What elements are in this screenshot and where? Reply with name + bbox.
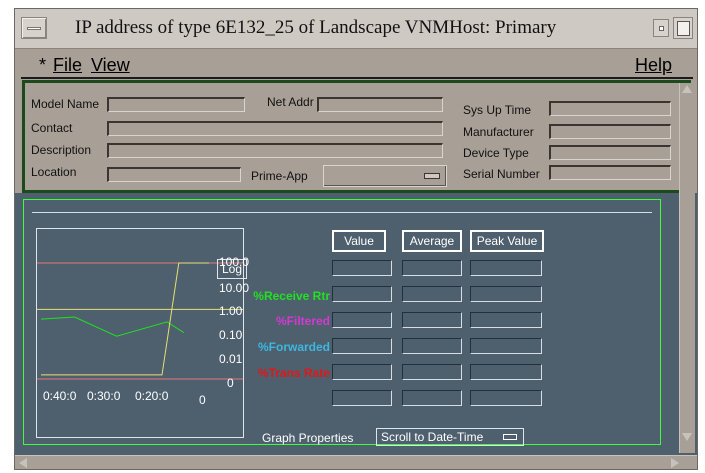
y-tick-label: 1.00	[219, 304, 243, 318]
x-tick-label: 0:40:0	[43, 389, 77, 403]
scroll-to-date-time-button[interactable]: Scroll to Date-Time	[376, 428, 524, 446]
prime-app-label: Prime-App	[251, 169, 308, 183]
serial-number-field[interactable]	[549, 165, 671, 180]
cell-value-row-6	[332, 390, 392, 406]
window-menu-button[interactable]	[21, 17, 47, 39]
scroll-left-icon[interactable]	[19, 458, 27, 468]
scroll-right-icon[interactable]	[671, 458, 679, 468]
location-field[interactable]	[107, 167, 241, 182]
manufacturer-label: Manufacturer	[463, 125, 534, 139]
serial-number-label: Serial Number	[463, 167, 540, 181]
menu-help[interactable]: Help	[635, 55, 672, 76]
cell-peak-value-row-2	[470, 286, 542, 302]
maximize-button[interactable]	[673, 17, 693, 39]
cell-average-row-6	[402, 390, 462, 406]
minimize-button[interactable]	[653, 19, 669, 37]
y-tick-label: 0.01	[219, 352, 243, 366]
x-tick-label: 0:30:0	[87, 389, 121, 403]
menu-file[interactable]: File	[53, 55, 82, 76]
device-info-panel: Model Name Net Addr Sys Up Time Contact …	[22, 80, 691, 193]
net-addr-label: Net Addr	[267, 95, 314, 109]
prime-app-dropdown-icon	[424, 173, 440, 179]
scroll-dropdown-icon	[503, 434, 517, 440]
cell-peak-value-row-3	[470, 312, 542, 328]
metric-label-trans-rate: %Trans Rate	[257, 366, 330, 380]
cell-peak-value-row-4	[470, 338, 542, 354]
cell-value-row-3	[332, 312, 392, 328]
performance-chart: Log 100.0 10.00 1.00 0.10 0.01 0 0:40:0 0:30:0…	[36, 228, 249, 438]
metric-label-forwarded: %Forwarded	[257, 340, 330, 354]
metric-label-receive-rtr: %Receive Rtr	[253, 289, 330, 303]
cell-average-row-2	[402, 286, 462, 302]
cell-peak-value-row-1	[470, 260, 542, 276]
model-name-label: Model Name	[31, 97, 100, 111]
window-menu-icon	[27, 27, 41, 30]
column-header-value[interactable]: Value	[332, 230, 386, 252]
x-tick-label: 0:20:0	[135, 389, 169, 403]
description-field[interactable]	[107, 143, 443, 158]
cell-average-row-1	[402, 260, 462, 276]
cell-peak-value-row-6	[470, 390, 542, 406]
y-tick-label: 0	[227, 376, 234, 390]
scroll-up-icon[interactable]	[682, 85, 692, 93]
minimize-icon	[659, 26, 664, 31]
model-name-field[interactable]	[107, 97, 245, 112]
device-type-label: Device Type	[463, 146, 529, 160]
prime-app-select[interactable]	[323, 165, 447, 187]
horizontal-scrollbar[interactable]	[15, 455, 697, 469]
menu-file-label: File	[53, 55, 83, 75]
maximize-icon	[677, 21, 690, 36]
menu-bar-divider	[21, 77, 693, 79]
menu-bar: * File View Help	[21, 51, 693, 79]
x-tick-label: 0	[199, 393, 206, 407]
scroll-to-date-time-label: Scroll to Date-Time	[381, 430, 484, 444]
graph-separator	[32, 212, 652, 213]
cell-value-row-5	[332, 364, 392, 380]
cell-value-row-2	[332, 286, 392, 302]
cell-value-row-4	[332, 338, 392, 354]
sys-up-time-field[interactable]	[549, 101, 671, 116]
y-tick-label: 0.10	[219, 328, 243, 342]
graph-frame: Log 100.0 10.00 1.00 0.10 0.01 0 0:40:0 0:30:0…	[23, 199, 661, 446]
contact-field[interactable]	[107, 121, 443, 136]
graph-panel: Log 100.0 10.00 1.00 0.10 0.01 0 0:40:0 0:30:0…	[15, 193, 697, 455]
device-type-field[interactable]	[549, 145, 671, 160]
menu-view[interactable]: View	[91, 55, 130, 76]
metric-label-filtered: %Filtered	[275, 314, 330, 328]
cell-value-row-1	[332, 260, 392, 276]
description-label: Description	[31, 143, 92, 157]
vertical-scrollbar[interactable]	[679, 83, 695, 453]
menu-view-label: View	[91, 55, 130, 75]
sys-up-time-label: Sys Up Time	[463, 103, 532, 117]
manufacturer-field[interactable]	[549, 124, 671, 139]
column-header-average[interactable]: Average	[402, 230, 462, 252]
app-window: IP address of type 6E132_25 of Landscape…	[14, 8, 698, 470]
chart-plot	[37, 262, 243, 380]
modified-marker: *	[39, 55, 47, 75]
y-tick-label: 100.0	[219, 255, 250, 269]
cell-average-row-3	[402, 312, 462, 328]
series-line-2	[41, 262, 209, 376]
scroll-down-icon[interactable]	[682, 433, 692, 441]
location-label: Location	[31, 165, 77, 179]
contact-label: Contact	[31, 121, 73, 135]
menu-help-label: Help	[635, 55, 673, 75]
net-addr-field[interactable]	[317, 97, 443, 112]
series-line-1	[40, 316, 185, 337]
title-bar[interactable]: IP address of type 6E132_25 of Landscape…	[15, 9, 697, 49]
window-title: IP address of type 6E132_25 of Landscape…	[75, 17, 557, 38]
cell-peak-value-row-5	[470, 364, 542, 380]
column-header-peak-value[interactable]: Peak Value	[470, 230, 544, 252]
graph-properties-label: Graph Properties	[262, 431, 354, 445]
cell-average-row-4	[402, 338, 462, 354]
cell-average-row-5	[402, 364, 462, 380]
